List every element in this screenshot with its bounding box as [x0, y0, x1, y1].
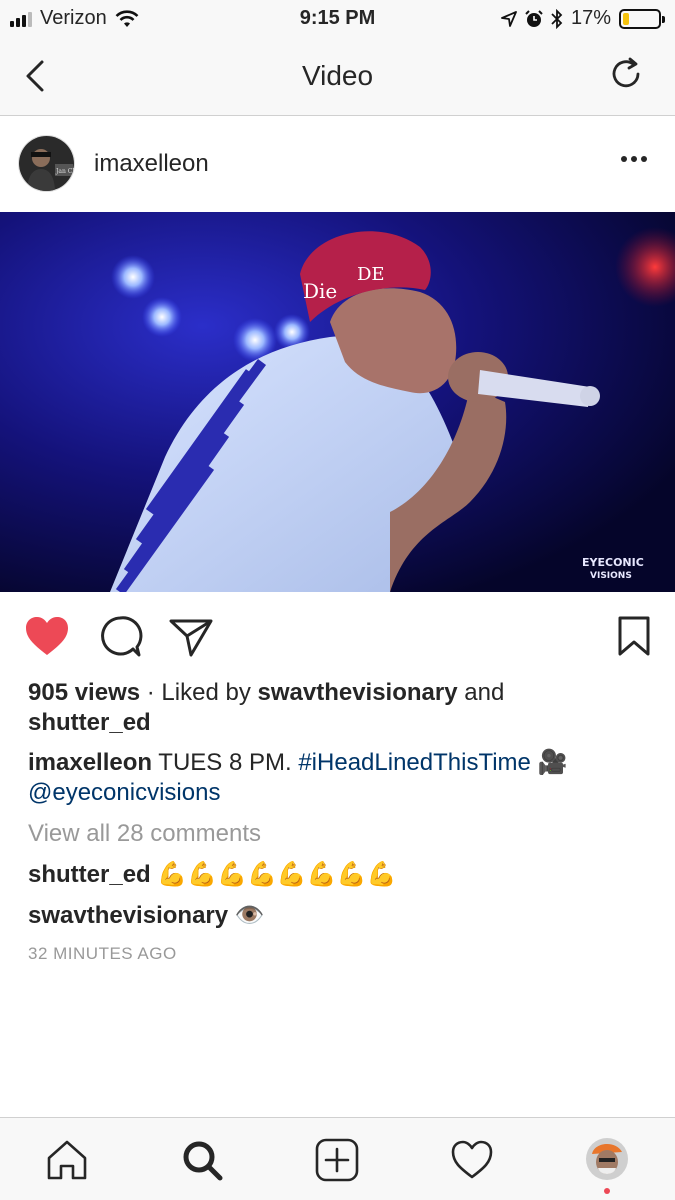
bookmark-icon[interactable] — [612, 614, 658, 660]
likes-line: 905 views · Liked by swavthevisionary an… — [28, 678, 504, 708]
video-watermark: EYECONIC — [582, 556, 644, 569]
liked-by-and: and — [457, 679, 505, 706]
post-timestamp: 32 MINUTES AGO — [28, 944, 177, 963]
svg-text:Die: Die — [303, 279, 337, 303]
bluetooth-icon — [551, 8, 563, 29]
alarm-icon — [525, 9, 543, 27]
comment-item: shutter_ed 💪💪💪💪💪💪💪💪 — [28, 860, 396, 890]
tab-bar — [0, 1117, 675, 1200]
caption: imaxelleon TUES 8 PM. #iHeadLinedThisTim… — [28, 748, 567, 778]
share-icon[interactable] — [168, 614, 214, 660]
comment-item: swavthevisionary 👁️ — [28, 901, 265, 931]
heart-filled-icon[interactable] — [24, 614, 70, 660]
more-dots-icon[interactable] — [621, 156, 647, 162]
svg-text:VISIONS: VISIONS — [590, 571, 632, 581]
comment-text: 💪💪💪💪💪💪💪💪 — [150, 861, 397, 888]
nav-header: Video — [0, 38, 675, 116]
post-video[interactable]: Die DE EYECONIC VISIONS — [0, 212, 675, 592]
status-right: 17% — [501, 7, 665, 30]
caption-hashtag[interactable]: #iHeadLinedThisTime — [298, 749, 531, 776]
status-bar: Verizon 9:15 PM 17% — [0, 0, 675, 38]
view-all-comments[interactable]: View all 28 comments — [28, 819, 261, 849]
activity-heart-icon[interactable] — [450, 1138, 494, 1182]
new-post-icon[interactable] — [315, 1138, 359, 1182]
search-icon[interactable] — [180, 1138, 224, 1182]
avatar[interactable]: Jan Clu — [18, 135, 75, 192]
post-username[interactable]: imaxelleon — [94, 150, 209, 178]
liked-by-user[interactable]: swavthevisionary — [257, 679, 457, 706]
caption-emoji: 🎥 — [530, 749, 568, 776]
caption-username[interactable]: imaxelleon — [28, 749, 152, 776]
liked-by-user2[interactable]: shutter_ed — [28, 708, 151, 738]
svg-text:DE: DE — [357, 264, 385, 285]
post-header: Jan Clu imaxelleon — [0, 116, 675, 212]
comment-username[interactable]: swavthevisionary — [28, 902, 228, 929]
battery-percent: 17% — [570, 7, 611, 29]
battery-icon — [619, 8, 665, 29]
comment-text: 👁️ — [228, 902, 265, 929]
location-arrow-icon — [501, 10, 517, 27]
svg-text:Jan Clu: Jan Clu — [55, 168, 75, 175]
post-actions — [0, 592, 675, 678]
caption-mention[interactable]: @eyeconicvisions — [28, 778, 220, 808]
page-title: Video — [301, 60, 374, 91]
home-icon[interactable] — [45, 1138, 89, 1182]
liked-by-label: · Liked by — [140, 679, 258, 706]
views-count[interactable]: 905 views — [28, 679, 140, 706]
notification-dot — [604, 1188, 610, 1194]
comment-username[interactable]: shutter_ed — [28, 861, 151, 888]
comment-icon[interactable] — [97, 614, 143, 660]
refresh-icon[interactable] — [607, 55, 647, 95]
caption-text: TUES 8 PM. — [152, 749, 299, 776]
profile-avatar[interactable] — [586, 1138, 628, 1180]
